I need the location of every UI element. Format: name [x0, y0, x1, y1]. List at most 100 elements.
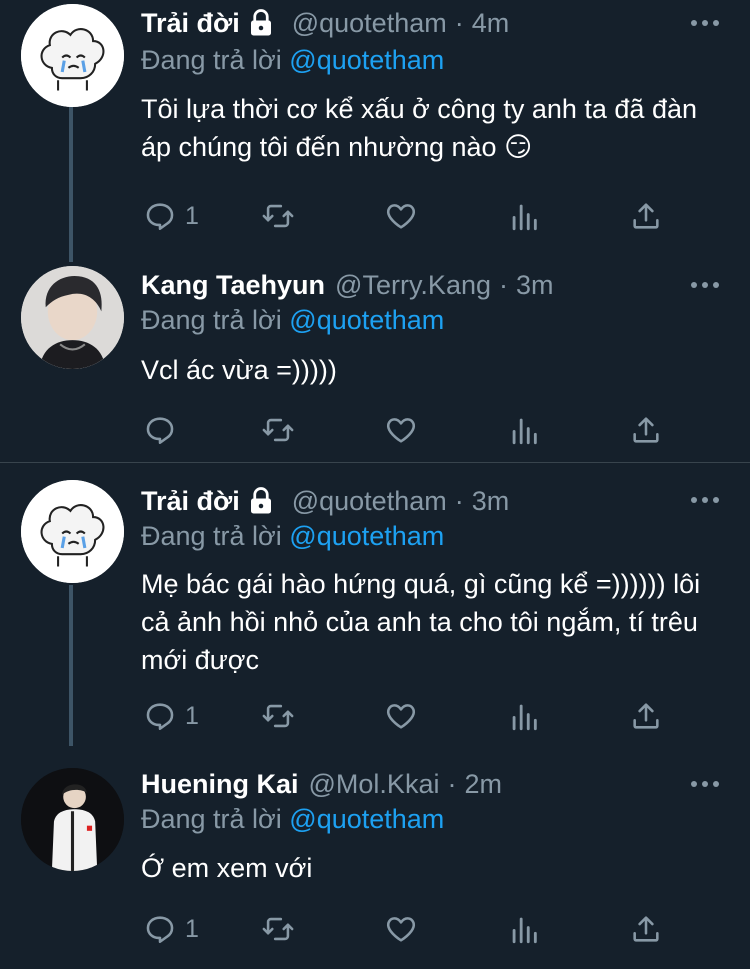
timestamp[interactable]: 4m — [472, 8, 510, 39]
tweet[interactable]: Trải đời @quotetham · 4m Đang trả lời @q… — [0, 0, 750, 262]
share-button[interactable] — [629, 413, 663, 447]
share-button[interactable] — [629, 699, 663, 733]
replying-to-label: Đang trả lời — [141, 45, 282, 75]
tweet-text: Tôi lựa thời cơ kể xấu ở công ty anh ta … — [141, 94, 697, 162]
tweet[interactable]: Trải đời @quotetham · 3m Đang trả lời @q… — [0, 463, 750, 746]
heart-icon — [386, 704, 416, 729]
share-icon — [633, 916, 659, 942]
analytics-icon — [512, 704, 537, 731]
reply-button[interactable] — [143, 413, 185, 447]
reply-icon — [146, 703, 174, 731]
more-options-icon[interactable] — [688, 490, 722, 510]
tweet-actions: 1 — [141, 199, 671, 233]
analytics-icon — [512, 418, 537, 445]
display-name[interactable]: Huening Kai — [141, 769, 299, 800]
tweet[interactable]: Huening Kai @Mol.Kkai · 2m Đang trả lời … — [0, 746, 750, 969]
reply-button[interactable]: 1 — [143, 912, 199, 946]
separator-dot: · — [454, 485, 464, 516]
thread-connector-line — [69, 105, 73, 262]
chef-hat-cartoon-avatar-image — [21, 4, 124, 107]
avatar[interactable] — [21, 266, 124, 369]
replying-to: Đang trả lời @quotetham — [141, 305, 444, 336]
heart-icon — [386, 917, 416, 942]
more-options-icon[interactable] — [688, 13, 722, 33]
tweet-header: Trải đời @quotetham · 4m — [141, 6, 509, 40]
display-name[interactable]: Kang Taehyun — [141, 270, 325, 301]
retweet-icon — [262, 704, 294, 728]
replying-to-label: Đang trả lời — [141, 804, 282, 834]
separator-dot: · — [447, 768, 457, 799]
username-handle[interactable]: @quotetham — [292, 8, 447, 39]
reply-count: 1 — [185, 914, 199, 943]
separator-dot: · — [499, 269, 508, 300]
timestamp[interactable]: 3m — [516, 270, 554, 301]
timestamp[interactable]: 2m — [464, 769, 502, 800]
more-options-icon[interactable] — [688, 774, 722, 794]
retweet-icon — [262, 204, 294, 228]
more-options-icon[interactable] — [688, 275, 722, 295]
mention-link[interactable]: @quotetham — [289, 45, 444, 75]
replying-to-label: Đang trả lời — [141, 521, 282, 551]
mention-link[interactable]: @quotetham — [289, 521, 444, 551]
like-button[interactable] — [384, 912, 418, 946]
retweet-button[interactable] — [261, 912, 295, 946]
avatar[interactable] — [21, 768, 124, 871]
timestamp[interactable]: 3m — [472, 486, 510, 517]
retweet-button[interactable] — [261, 199, 295, 233]
analytics-button[interactable] — [507, 912, 541, 946]
share-icon — [633, 417, 659, 443]
retweet-button[interactable] — [261, 699, 295, 733]
like-button[interactable] — [384, 699, 418, 733]
lock-icon — [246, 8, 276, 38]
reply-icon — [146, 203, 174, 231]
tweet-actions — [141, 413, 671, 447]
username-handle[interactable]: @Mol.Kkai — [309, 769, 440, 800]
tweet-header: Trải đời @quotetham · 3m — [141, 484, 509, 518]
share-icon — [633, 203, 659, 229]
avatar[interactable] — [21, 480, 124, 583]
separator-dot: · — [454, 7, 464, 38]
reply-count: 1 — [185, 701, 199, 730]
tweet-actions: 1 — [141, 912, 671, 946]
heart-icon — [386, 204, 416, 229]
replying-to-label: Đang trả lời — [141, 305, 282, 335]
reply-button[interactable]: 1 — [143, 199, 199, 233]
tweet-text: Ớ em xem với — [141, 853, 313, 883]
analytics-button[interactable] — [507, 413, 541, 447]
analytics-button[interactable] — [507, 699, 541, 733]
reply-icon — [146, 916, 174, 944]
replying-to: Đang trả lời @quotetham — [141, 521, 444, 552]
username-handle[interactable]: @quotetham — [292, 486, 447, 517]
heart-icon — [386, 418, 416, 443]
share-button[interactable] — [629, 912, 663, 946]
share-icon — [633, 703, 659, 729]
username-handle[interactable]: @Terry.Kang — [335, 270, 491, 301]
like-button[interactable] — [384, 199, 418, 233]
lock-icon — [246, 486, 276, 516]
reply-button[interactable]: 1 — [143, 699, 199, 733]
chef-hat-cartoon-avatar-image — [21, 480, 124, 583]
retweet-icon — [262, 917, 294, 941]
profile-photo-image — [21, 266, 124, 369]
mention-link[interactable]: @quotetham — [289, 305, 444, 335]
analytics-button[interactable] — [507, 199, 541, 233]
reply-icon — [146, 417, 174, 445]
tweet-header: Huening Kai @Mol.Kkai · 2m — [141, 767, 502, 801]
retweet-button[interactable] — [261, 413, 295, 447]
thread-connector-line — [69, 585, 73, 746]
tweet-actions: 1 — [141, 699, 671, 733]
analytics-icon — [512, 204, 537, 231]
display-name[interactable]: Trải đời — [141, 8, 240, 39]
tweet[interactable]: Kang Taehyun @Terry.Kang · 3m Đang trả l… — [0, 262, 750, 462]
reply-count: 1 — [185, 201, 199, 230]
share-button[interactable] — [629, 199, 663, 233]
replying-to: Đang trả lời @quotetham — [141, 45, 444, 76]
profile-photo-image — [21, 768, 124, 871]
avatar[interactable] — [21, 4, 124, 107]
retweet-icon — [262, 418, 294, 442]
mention-link[interactable]: @quotetham — [289, 804, 444, 834]
tweet-text: Vcl ác vừa =))))) — [141, 355, 337, 385]
display-name[interactable]: Trải đời — [141, 486, 240, 517]
like-button[interactable] — [384, 413, 418, 447]
tweet-text: Mẹ bác gái hào hứng quá, gì cũng kể =)))… — [141, 569, 701, 675]
